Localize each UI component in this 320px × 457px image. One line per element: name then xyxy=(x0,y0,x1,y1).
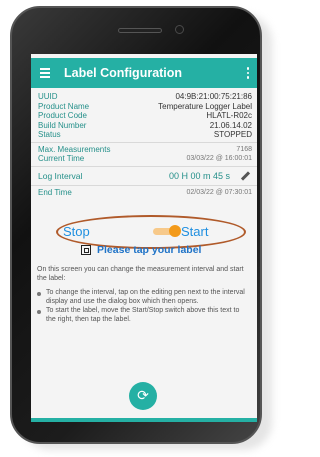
help-bullet: To start the label, move the Start/Stop … xyxy=(37,307,251,324)
info-label: Product Name xyxy=(38,101,90,111)
tap-prompt: Please tap your label xyxy=(81,243,251,257)
nfc-icon xyxy=(81,245,91,255)
help-bullet-text: To start the label, move the Start/Stop … xyxy=(46,307,240,323)
kebab-menu-icon[interactable] xyxy=(239,67,257,79)
front-camera xyxy=(175,25,184,34)
tap-prompt-text: Please tap your label xyxy=(97,244,202,256)
info-row-end-time: End Time 02/03/22 @ 07:30:01 xyxy=(31,188,257,198)
bullet-dot xyxy=(37,291,41,296)
info-label: End Time xyxy=(38,187,72,197)
info-row-product-code: Product Code HLATL-R02c xyxy=(31,111,257,121)
start-label: Start xyxy=(181,223,209,239)
help-bullet-text: To change the interval, tap on the editi… xyxy=(46,289,245,305)
hamburger-menu-icon[interactable] xyxy=(31,68,55,78)
info-row-uuid: UUID 04:9B:21:00:75:21:86 xyxy=(31,92,257,102)
info-label: Status xyxy=(38,130,61,139)
log-interval-row: Log Interval 00 H 00 m 45 s xyxy=(31,169,257,183)
info-label: Product Code xyxy=(38,111,87,120)
page-title: Label Configuration xyxy=(64,66,183,80)
pen-icon[interactable] xyxy=(240,171,250,181)
log-interval-value: 00 H 00 m 45 s xyxy=(168,170,230,181)
info-value: Temperature Logger Label xyxy=(158,101,252,111)
info-label: Build Number xyxy=(38,120,87,130)
app-bar: Label Configuration xyxy=(31,58,257,88)
info-row-status: Status STOPPED xyxy=(31,130,257,140)
start-stop-switch-row: Stop Start xyxy=(31,220,257,242)
info-value: 21.06.14.02 xyxy=(209,120,252,130)
status-value: STOPPED xyxy=(213,130,252,139)
info-value: HLATL-R02c xyxy=(206,111,252,120)
info-label: UUID xyxy=(38,92,58,101)
info-label: Current Time xyxy=(38,154,85,163)
app-screen: Label Configuration UUID 04:9B:21:00:75:… xyxy=(31,54,257,422)
bullet-dot xyxy=(37,309,41,314)
info-row-build-number: Build Number 21.06.14.02 xyxy=(31,121,257,131)
help-bullet: To change the interval, tap on the editi… xyxy=(37,289,251,306)
info-label: Max. Measurements xyxy=(38,144,111,154)
info-value: 7168 xyxy=(236,145,252,153)
divider xyxy=(31,141,257,143)
refresh-icon: ⟳ xyxy=(137,388,149,404)
info-row-product-name: Product Name Temperature Logger Label xyxy=(31,102,257,112)
stop-label: Stop xyxy=(63,223,90,239)
phone-frame: Label Configuration UUID 04:9B:21:00:75:… xyxy=(10,6,262,444)
info-row-current-time: Current Time 03/03/22 @ 16:00:01 xyxy=(31,154,257,164)
help-text: On this screen you can change the measur… xyxy=(37,266,251,325)
label-info: UUID 04:9B:21:00:75:21:86 Product Name T… xyxy=(31,92,257,197)
refresh-button[interactable]: ⟳ xyxy=(129,382,157,410)
info-value: 04:9B:21:00:75:21:86 xyxy=(175,92,252,101)
info-value: 02/03/22 @ 07:30:01 xyxy=(186,188,253,196)
divider xyxy=(31,165,257,167)
log-interval-label: Log Interval xyxy=(38,170,83,181)
start-stop-toggle-knob[interactable] xyxy=(169,225,181,237)
help-intro: On this screen you can change the measur… xyxy=(37,266,244,282)
bottom-bar xyxy=(31,418,257,422)
info-value: 03/03/22 @ 16:00:01 xyxy=(186,155,253,162)
divider xyxy=(31,184,257,186)
info-row-max-measurements: Max. Measurements 7168 xyxy=(31,145,257,155)
speaker-grille xyxy=(118,28,162,33)
